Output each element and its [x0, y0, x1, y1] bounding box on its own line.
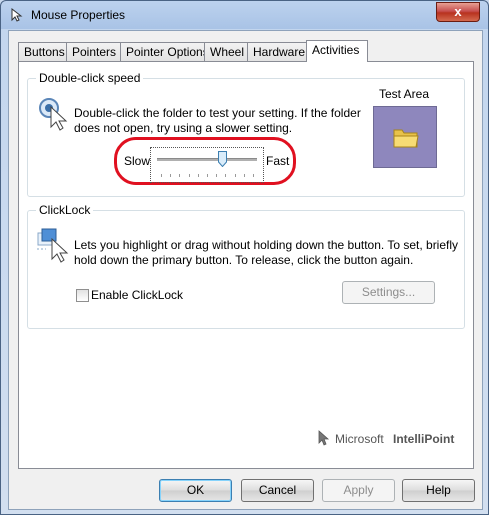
clicklock-label: ClickLock — [36, 203, 94, 217]
activities-panel: Double-click speed Double-click the fold… — [18, 61, 474, 469]
close-icon: x — [454, 4, 462, 19]
slider-thumb[interactable] — [218, 151, 228, 167]
brand-intellipoint: IntelliPoint — [393, 432, 455, 446]
slider-tick — [253, 174, 254, 177]
double-click-speed-group: Double-click speed Double-click the fold… — [27, 71, 465, 197]
tab-activities[interactable]: Activities — [306, 40, 368, 62]
clicklock-settings-button[interactable]: Settings... — [342, 281, 435, 304]
slider-tick — [243, 174, 245, 177]
slider-tick — [179, 174, 181, 177]
slow-label: Slow — [124, 154, 151, 168]
tab-wheel[interactable]: Wheel — [204, 42, 249, 61]
clicklock-icon — [37, 228, 69, 263]
slider-tick — [161, 174, 162, 177]
tab-pointer-options[interactable]: Pointer Options — [120, 42, 209, 61]
slider-track — [157, 158, 257, 162]
test-area[interactable] — [373, 106, 437, 168]
double-click-speed-label: Double-click speed — [36, 71, 144, 85]
close-button[interactable]: x — [436, 2, 480, 22]
double-click-description-line2: does not open, try using a slower settin… — [74, 121, 293, 135]
slider-tick — [207, 174, 208, 177]
folder-icon[interactable] — [393, 126, 419, 148]
brand-microsoft: Microsoft — [335, 432, 384, 446]
mouse-properties-window: Mouse Properties x Buttons Pointers Poin… — [0, 0, 489, 515]
double-click-icon — [39, 98, 68, 131]
slider-tick — [225, 174, 227, 177]
dialog-body: Buttons Pointers Pointer Options Wheel H… — [8, 30, 483, 510]
apply-button[interactable]: Apply — [322, 479, 395, 502]
help-button[interactable]: Help — [402, 479, 475, 502]
title-bar[interactable]: Mouse Properties x — [1, 1, 488, 29]
double-click-speed-slider[interactable] — [150, 147, 264, 183]
tab-pointers[interactable]: Pointers — [66, 42, 122, 61]
enable-clicklock-label[interactable]: Enable ClickLock — [91, 288, 183, 303]
slider-tick — [216, 174, 218, 177]
fast-label: Fast — [266, 154, 290, 168]
slider-tick — [234, 174, 236, 177]
mouse-pointer-icon — [11, 8, 23, 22]
clicklock-group: ClickLock Lets you highlight or drag wit… — [27, 203, 465, 329]
tab-buttons[interactable]: Buttons — [18, 42, 68, 61]
cancel-button[interactable]: Cancel — [241, 479, 314, 502]
double-click-description-line1: Double-click the folder to test your set… — [74, 106, 361, 120]
test-area-label: Test Area — [379, 87, 430, 101]
clicklock-description-line1: Lets you highlight or drag without holdi… — [74, 238, 459, 252]
slider-tick — [188, 174, 190, 177]
slider-tick — [170, 174, 172, 177]
window-title: Mouse Properties — [31, 8, 126, 22]
enable-clicklock-checkbox[interactable] — [76, 289, 89, 302]
tab-hardware[interactable]: Hardware — [247, 42, 310, 61]
intellipoint-cursor-icon — [318, 430, 330, 446]
slider-tick — [197, 174, 199, 177]
ok-button[interactable]: OK — [159, 479, 232, 502]
clicklock-description-line2: hold down the primary button. To release… — [74, 253, 414, 267]
